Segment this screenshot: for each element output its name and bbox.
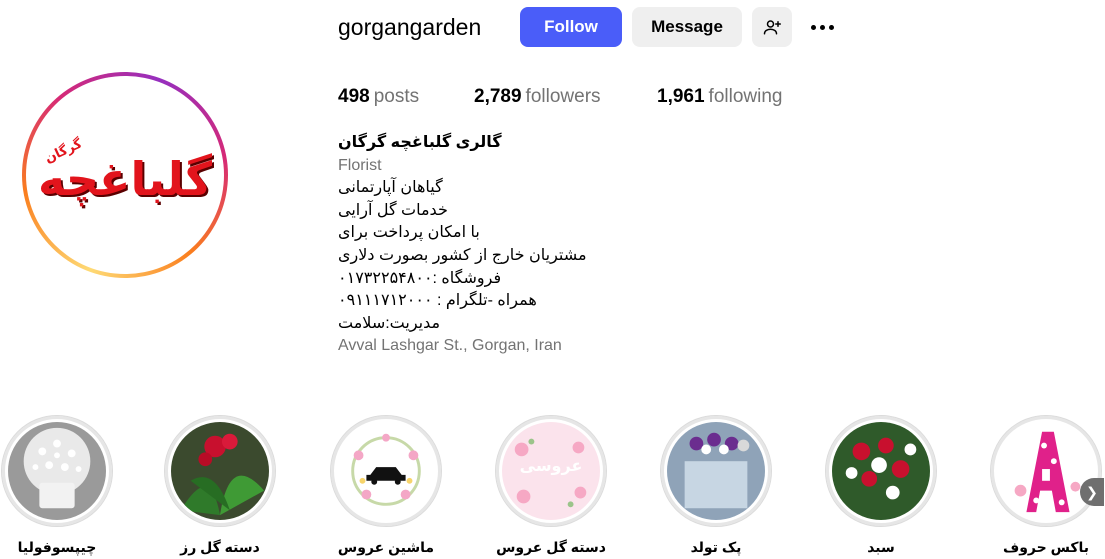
letter-box-image (997, 422, 1095, 520)
bio-address[interactable]: Avval Lashgar St., Gorgan, Iran (338, 335, 658, 358)
highlight-item[interactable]: ماشین عروس (326, 415, 446, 556)
highlight-thumbnail (660, 415, 772, 527)
followers-count: 2,789 (474, 86, 522, 107)
gypsophila-image (8, 422, 106, 520)
bio-line: مدیریت:سلامت (338, 314, 441, 332)
highlight-item[interactable]: دسته گل رز (160, 415, 280, 556)
followers-label: followers (525, 86, 601, 107)
more-options-button[interactable] (806, 14, 838, 40)
suggest-accounts-button[interactable] (752, 7, 792, 47)
highlight-label: ماشین عروس (337, 539, 435, 555)
more-dots-icon (810, 24, 816, 30)
profile-bio: گالری گلباغچه گرگان Florist گیاهان آپارت… (338, 132, 658, 358)
basket-image (832, 422, 930, 520)
highlight-thumbnail (1, 415, 113, 527)
bio-line: با امکان پرداخت برای (338, 224, 480, 242)
profile-avatar[interactable]: گرگان گلباغچه (22, 72, 228, 278)
following-label: following (708, 86, 783, 107)
profile-username: gorgangarden (338, 14, 482, 40)
bio-name: گالری گلباغچه گرگان (338, 134, 502, 151)
birthday-pack-image (667, 422, 765, 520)
bio-line: مشتریان خارج از کشور بصورت دلاری (338, 246, 587, 264)
highlight-thumbnail (825, 415, 937, 527)
highlight-item[interactable]: پک تولد (656, 415, 776, 556)
rose-bouquet-image (171, 422, 269, 520)
avatar-logo: گرگان گلباغچه (26, 76, 224, 274)
followers-stat[interactable]: 2,789 followers (474, 86, 601, 108)
story-highlights: چیپسوفولیا دسته گل رز ماشین عروس عروسی د… (0, 415, 1105, 559)
bio-line: همراه -تلگرام : ۰۹۱۱۱۷۱۲۰۰۰ (338, 292, 537, 310)
add-person-icon (763, 20, 781, 35)
highlights-next-button[interactable]: ❯ (1080, 478, 1104, 506)
highlight-label: چیپسوفولیا (17, 539, 97, 555)
chevron-right-icon: ❯ (1086, 483, 1098, 500)
following-count: 1,961 (657, 86, 705, 107)
highlight-thumbnail: عروسی (495, 415, 607, 527)
bridal-bouquet-image: عروسی (502, 422, 600, 520)
highlight-thumbnail (330, 415, 442, 527)
highlight-item[interactable]: چیپسوفولیا (0, 415, 117, 556)
highlight-item[interactable]: سبد (821, 415, 941, 556)
posts-count: 498 (338, 86, 370, 107)
bio-line: خدمات گل آرایی (338, 201, 448, 219)
highlight-label: باکس حروف (1002, 539, 1090, 555)
logo-text: گلباغچه (37, 152, 213, 206)
following-stat[interactable]: 1,961 following (657, 86, 782, 108)
wedding-car-image (337, 422, 435, 520)
highlight-label: سبد (867, 539, 895, 555)
posts-label: posts (373, 86, 420, 107)
highlight-item[interactable]: عروسی دسته گل عروس (491, 415, 611, 556)
bridal-inner-text: عروسی (519, 458, 583, 475)
highlight-label: دسته گل رز (180, 539, 260, 555)
highlight-thumbnail (990, 415, 1102, 527)
highlight-thumbnail (164, 415, 276, 527)
posts-stat: 498 posts (338, 86, 419, 108)
follow-button[interactable]: Follow (520, 7, 622, 47)
message-button[interactable]: Message (632, 7, 742, 47)
bio-category: Florist (338, 156, 382, 174)
highlight-label: پک تولد (690, 539, 742, 555)
bio-line: گیاهان آپارتمانی (338, 179, 443, 197)
bio-line: فروشگاه :۰۱۷۳۲۲۵۴۸۰۰ (338, 269, 502, 287)
highlight-label: دسته گل عروس (496, 539, 606, 555)
